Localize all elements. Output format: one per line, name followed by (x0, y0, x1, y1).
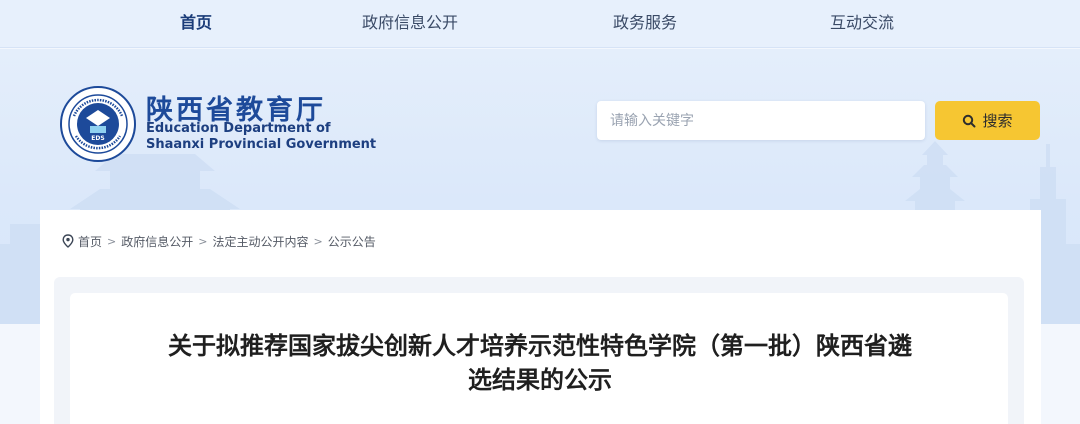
breadcrumb-gov-info[interactable]: 政府信息公开 (121, 233, 193, 250)
department-name-en-line1: Education Department of (146, 121, 331, 136)
breadcrumb-separator: > (198, 234, 208, 248)
department-seal-logo: EDS (60, 86, 136, 162)
search-button[interactable]: 搜索 (935, 101, 1040, 140)
breadcrumb-home[interactable]: 首页 (78, 233, 102, 250)
breadcrumb-announcements[interactable]: 公示公告 (328, 233, 376, 250)
breadcrumb-statutory-content[interactable]: 法定主动公开内容 (212, 233, 308, 250)
article-title-line1: 关于拟推荐国家拔尖创新人才培养示范性特色学院（第一批）陕西省遴 (168, 332, 912, 360)
search-input[interactable] (597, 101, 925, 140)
nav-item-services[interactable]: 政务服务 (613, 0, 677, 48)
breadcrumb: 首页 > 政府信息公开 > 法定主动公开内容 > 公示公告 (62, 233, 376, 249)
location-pin-icon (62, 234, 74, 248)
seal-inner-text: EDS (91, 135, 104, 142)
top-navigation: 首页 政府信息公开 政务服务 互动交流 (0, 0, 1080, 48)
search-icon (963, 114, 976, 127)
breadcrumb-separator: > (107, 234, 117, 248)
breadcrumb-separator: > (313, 234, 323, 248)
article-title-line2: 选结果的公示 (468, 366, 612, 394)
nav-item-home[interactable]: 首页 (180, 0, 212, 48)
nav-item-gov-info[interactable]: 政府信息公开 (362, 0, 458, 48)
department-name-en-line2: Shaanxi Provincial Government (146, 137, 377, 152)
search-button-label: 搜索 (982, 112, 1013, 130)
nav-item-interaction[interactable]: 互动交流 (830, 0, 894, 48)
article-title: 关于拟推荐国家拔尖创新人才培养示范性特色学院（第一批）陕西省遴 选结果的公示 (100, 329, 980, 397)
